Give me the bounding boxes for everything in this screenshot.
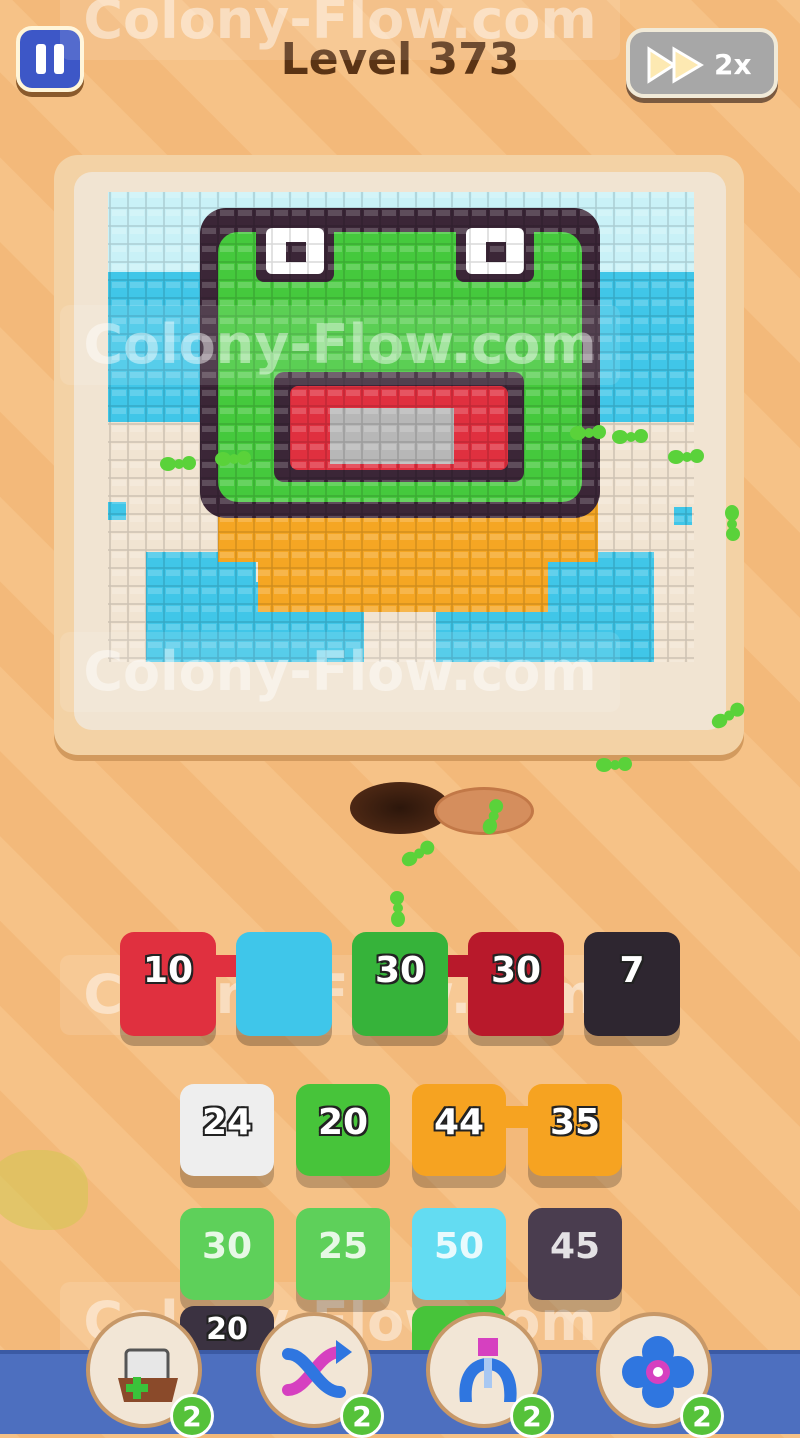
collector-slot[interactable]: 7 (584, 932, 680, 1036)
number-tile[interactable]: 44 (412, 1084, 506, 1176)
watermark: Colony-Flow.com (60, 632, 620, 712)
collector-slot[interactable]: 30 (352, 932, 448, 1036)
number-tile[interactable]: 20 (296, 1084, 390, 1176)
tile-value: 35 (549, 1102, 601, 1143)
tile-value: 24 (201, 1102, 253, 1143)
ant (215, 450, 255, 468)
number-tile[interactable]: 45 (528, 1208, 622, 1300)
booster-count: 2 (680, 1394, 724, 1438)
tile-value: 44 (433, 1102, 485, 1143)
booster-count: 2 (340, 1394, 384, 1438)
booster-magnet[interactable]: 2 (426, 1312, 554, 1438)
number-tile[interactable]: 25 (296, 1208, 390, 1300)
booster-shuffle[interactable]: 2 (256, 1312, 384, 1438)
collector-slot[interactable]: 10 (120, 932, 216, 1036)
speed-label: 2x (714, 48, 752, 81)
ant (668, 448, 708, 466)
speed-button[interactable]: 2x (626, 28, 778, 98)
number-tile[interactable]: 24 (180, 1084, 274, 1176)
tile-value: 50 (433, 1226, 485, 1267)
slot-value: 10 (142, 950, 194, 991)
tile-value: 45 (549, 1226, 601, 1267)
slot-value: 30 (374, 950, 426, 991)
collector-slot[interactable] (236, 932, 332, 1036)
leaf-decoration (0, 1150, 88, 1230)
number-tile[interactable]: 35 (528, 1084, 622, 1176)
ant (570, 424, 610, 442)
number-tile[interactable]: 50 (412, 1208, 506, 1300)
ant (723, 505, 741, 545)
booster-add-slot[interactable]: 2 (86, 1312, 214, 1438)
slot-value: 30 (490, 950, 542, 991)
slot-value: 7 (619, 950, 645, 991)
booster-count: 2 (510, 1394, 554, 1438)
watermark: Colony-Flow.com (60, 0, 620, 60)
booster-flower[interactable]: 2 (596, 1312, 724, 1438)
number-tile[interactable]: 30 (180, 1208, 274, 1300)
tile-value: 20 (317, 1102, 369, 1143)
watermark: Colony-Flow.com (60, 305, 620, 385)
tile-value: 30 (201, 1226, 253, 1267)
ant (389, 887, 407, 927)
ant (398, 835, 442, 871)
booster-count: 2 (170, 1394, 214, 1438)
ant (160, 455, 200, 473)
ant (612, 428, 652, 446)
tile-value: 25 (317, 1226, 369, 1267)
ant (596, 756, 636, 774)
fast-forward-icon (647, 46, 704, 84)
collector-slot[interactable]: 30 (468, 932, 564, 1036)
